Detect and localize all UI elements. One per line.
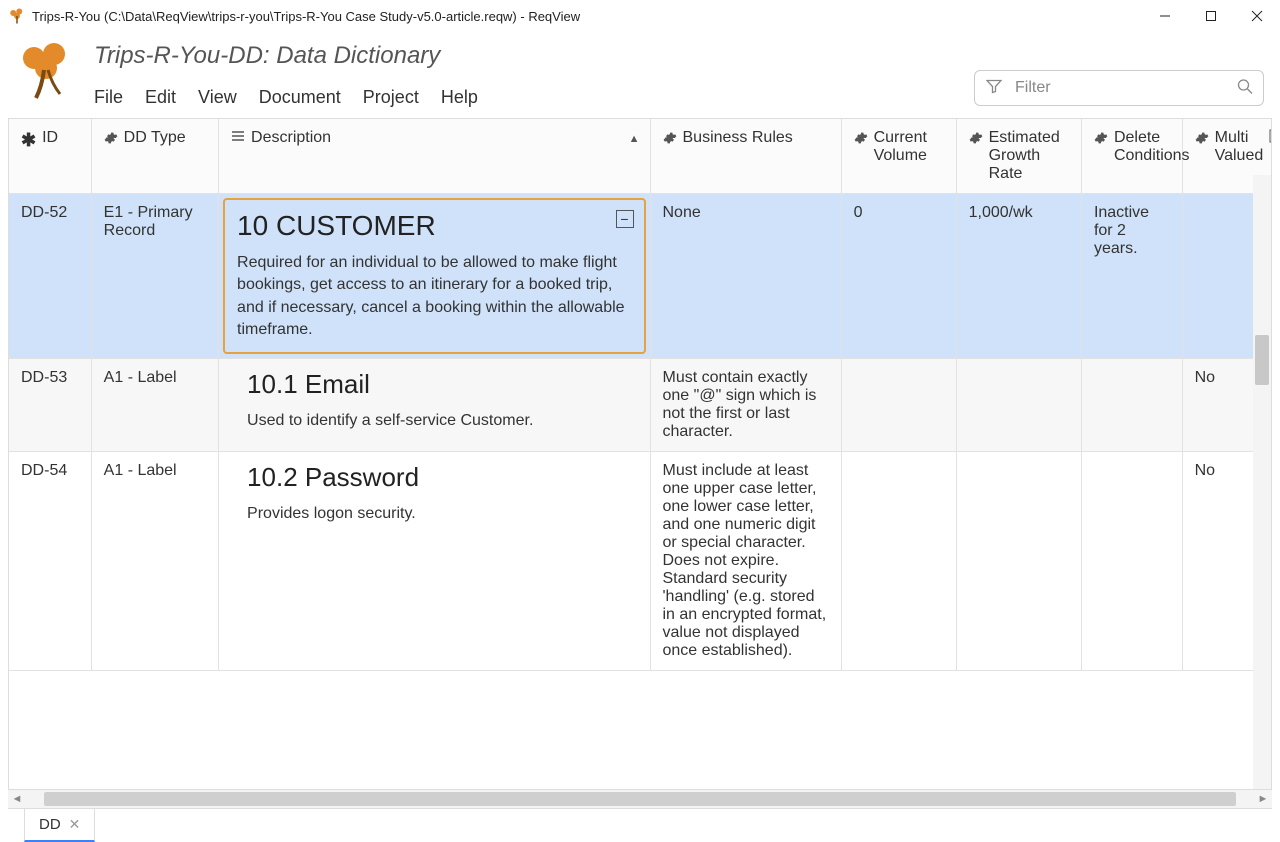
list-icon bbox=[231, 129, 245, 148]
col-dd-type[interactable]: DD Type bbox=[91, 119, 218, 194]
col-description-label: Description bbox=[251, 129, 331, 147]
cell-volume bbox=[841, 358, 956, 451]
cell-rules: Must include at least one upper case let… bbox=[650, 451, 841, 670]
filter-input[interactable] bbox=[974, 70, 1264, 106]
tab-label: DD bbox=[39, 816, 61, 833]
cell-rules: None bbox=[650, 194, 841, 359]
table-row[interactable]: DD-53 A1 - Label 10.1 Email Used to iden… bbox=[9, 358, 1271, 451]
document-tabs: DD ✕ bbox=[8, 808, 1272, 842]
menubar: File Edit View Document Project Help bbox=[94, 87, 478, 108]
menu-file[interactable]: File bbox=[94, 87, 123, 108]
gear-icon bbox=[663, 131, 677, 150]
col-dd-type-label: DD Type bbox=[124, 129, 186, 147]
cell-delete bbox=[1081, 358, 1182, 451]
cell-delete: Inactive for 2 years. bbox=[1081, 194, 1182, 359]
scroll-right-icon[interactable]: ► bbox=[1254, 793, 1272, 805]
col-multi-label: Multi Valued bbox=[1215, 129, 1264, 165]
maximize-button[interactable] bbox=[1188, 0, 1234, 32]
window-title: Trips-R-You (C:\Data\ReqView\trips-r-you… bbox=[32, 9, 1142, 24]
gear-icon bbox=[854, 131, 868, 150]
cell-type: A1 - Label bbox=[91, 358, 218, 451]
gear-icon bbox=[1094, 131, 1108, 150]
cell-type: E1 - Primary Record bbox=[91, 194, 218, 359]
desc-body: Provides logon security. bbox=[247, 503, 639, 525]
table-header-row: ✱ ID DD Type Description ▲ Business Rules bbox=[9, 119, 1271, 194]
minimize-button[interactable] bbox=[1142, 0, 1188, 32]
search-icon[interactable] bbox=[1236, 78, 1254, 99]
desc-body: Used to identify a self-service Customer… bbox=[247, 410, 639, 432]
horizontal-scrollbar[interactable]: ◄ ► bbox=[8, 790, 1272, 808]
close-button[interactable] bbox=[1234, 0, 1280, 32]
table-row[interactable]: DD-54 A1 - Label 10.2 Password Provides … bbox=[9, 451, 1271, 670]
menu-document[interactable]: Document bbox=[259, 87, 341, 108]
scroll-left-icon[interactable]: ◄ bbox=[8, 793, 26, 805]
cell-id: DD-54 bbox=[9, 451, 91, 670]
cell-growth: 1,000/wk bbox=[956, 194, 1081, 359]
col-description[interactable]: Description ▲ bbox=[219, 119, 650, 194]
cell-id: DD-53 bbox=[9, 358, 91, 451]
window-controls bbox=[1142, 0, 1280, 32]
table: ✱ ID DD Type Description ▲ Business Rules bbox=[8, 118, 1272, 790]
table-row[interactable]: DD-52 E1 - Primary Record − 10 CUSTOMER … bbox=[9, 194, 1271, 359]
page-title: Trips-R-You-DD: Data Dictionary bbox=[94, 40, 1264, 70]
menu-edit[interactable]: Edit bbox=[145, 87, 176, 108]
col-del-label: Delete Conditions bbox=[1114, 129, 1190, 165]
cell-type: A1 - Label bbox=[91, 451, 218, 670]
desc-heading: 10 CUSTOMER bbox=[237, 210, 631, 242]
cell-volume bbox=[841, 451, 956, 670]
cell-description[interactable]: 10.2 Password Provides logon security. bbox=[219, 451, 650, 670]
app-icon bbox=[8, 7, 26, 25]
titlebar: Trips-R-You (C:\Data\ReqView\trips-r-you… bbox=[0, 0, 1280, 32]
menu-view[interactable]: View bbox=[198, 87, 237, 108]
cell-description[interactable]: − 10 CUSTOMER Required for an individual… bbox=[223, 198, 645, 354]
gear-icon bbox=[969, 131, 983, 150]
tab-dd[interactable]: DD ✕ bbox=[24, 809, 95, 842]
desc-body: Required for an individual to be allowed… bbox=[237, 252, 631, 342]
gear-icon bbox=[104, 131, 118, 150]
cell-id: DD-52 bbox=[9, 194, 91, 359]
col-current-volume[interactable]: Current Volume bbox=[841, 119, 956, 194]
cell-delete bbox=[1081, 451, 1182, 670]
header: Trips-R-You-DD: Data Dictionary File Edi… bbox=[0, 32, 1280, 112]
cell-rules: Must contain exactly one "@" sign which … bbox=[650, 358, 841, 451]
menu-help[interactable]: Help bbox=[441, 87, 478, 108]
funnel-icon bbox=[986, 79, 1002, 98]
col-id[interactable]: ✱ ID bbox=[9, 119, 91, 194]
cell-growth bbox=[956, 358, 1081, 451]
col-id-label: ID bbox=[42, 129, 58, 147]
cell-growth bbox=[956, 451, 1081, 670]
col-business-rules[interactable]: Business Rules bbox=[650, 119, 841, 194]
desc-heading: 10.1 Email bbox=[247, 369, 639, 400]
col-growth-label: Estimated Growth Rate bbox=[989, 129, 1071, 183]
cell-volume: 0 bbox=[841, 194, 956, 359]
columns-menu-icon[interactable] bbox=[1269, 129, 1271, 148]
vertical-scrollbar[interactable] bbox=[1253, 175, 1271, 789]
cell-description[interactable]: 10.1 Email Used to identify a self-servi… bbox=[219, 358, 650, 451]
menu-project[interactable]: Project bbox=[363, 87, 419, 108]
col-rules-label: Business Rules bbox=[683, 129, 793, 147]
col-growth-rate[interactable]: Estimated Growth Rate bbox=[956, 119, 1081, 194]
sort-asc-icon: ▲ bbox=[629, 133, 640, 145]
filter-box bbox=[974, 70, 1264, 106]
collapse-icon[interactable]: − bbox=[616, 210, 634, 228]
col-delete-conditions[interactable]: Delete Conditions bbox=[1081, 119, 1182, 194]
logo-icon bbox=[16, 40, 76, 100]
col-vol-label: Current Volume bbox=[874, 129, 946, 165]
close-icon[interactable]: ✕ bbox=[69, 816, 81, 833]
desc-heading: 10.2 Password bbox=[247, 462, 639, 493]
asterisk-icon: ✱ bbox=[21, 130, 36, 151]
gear-icon bbox=[1195, 131, 1209, 150]
